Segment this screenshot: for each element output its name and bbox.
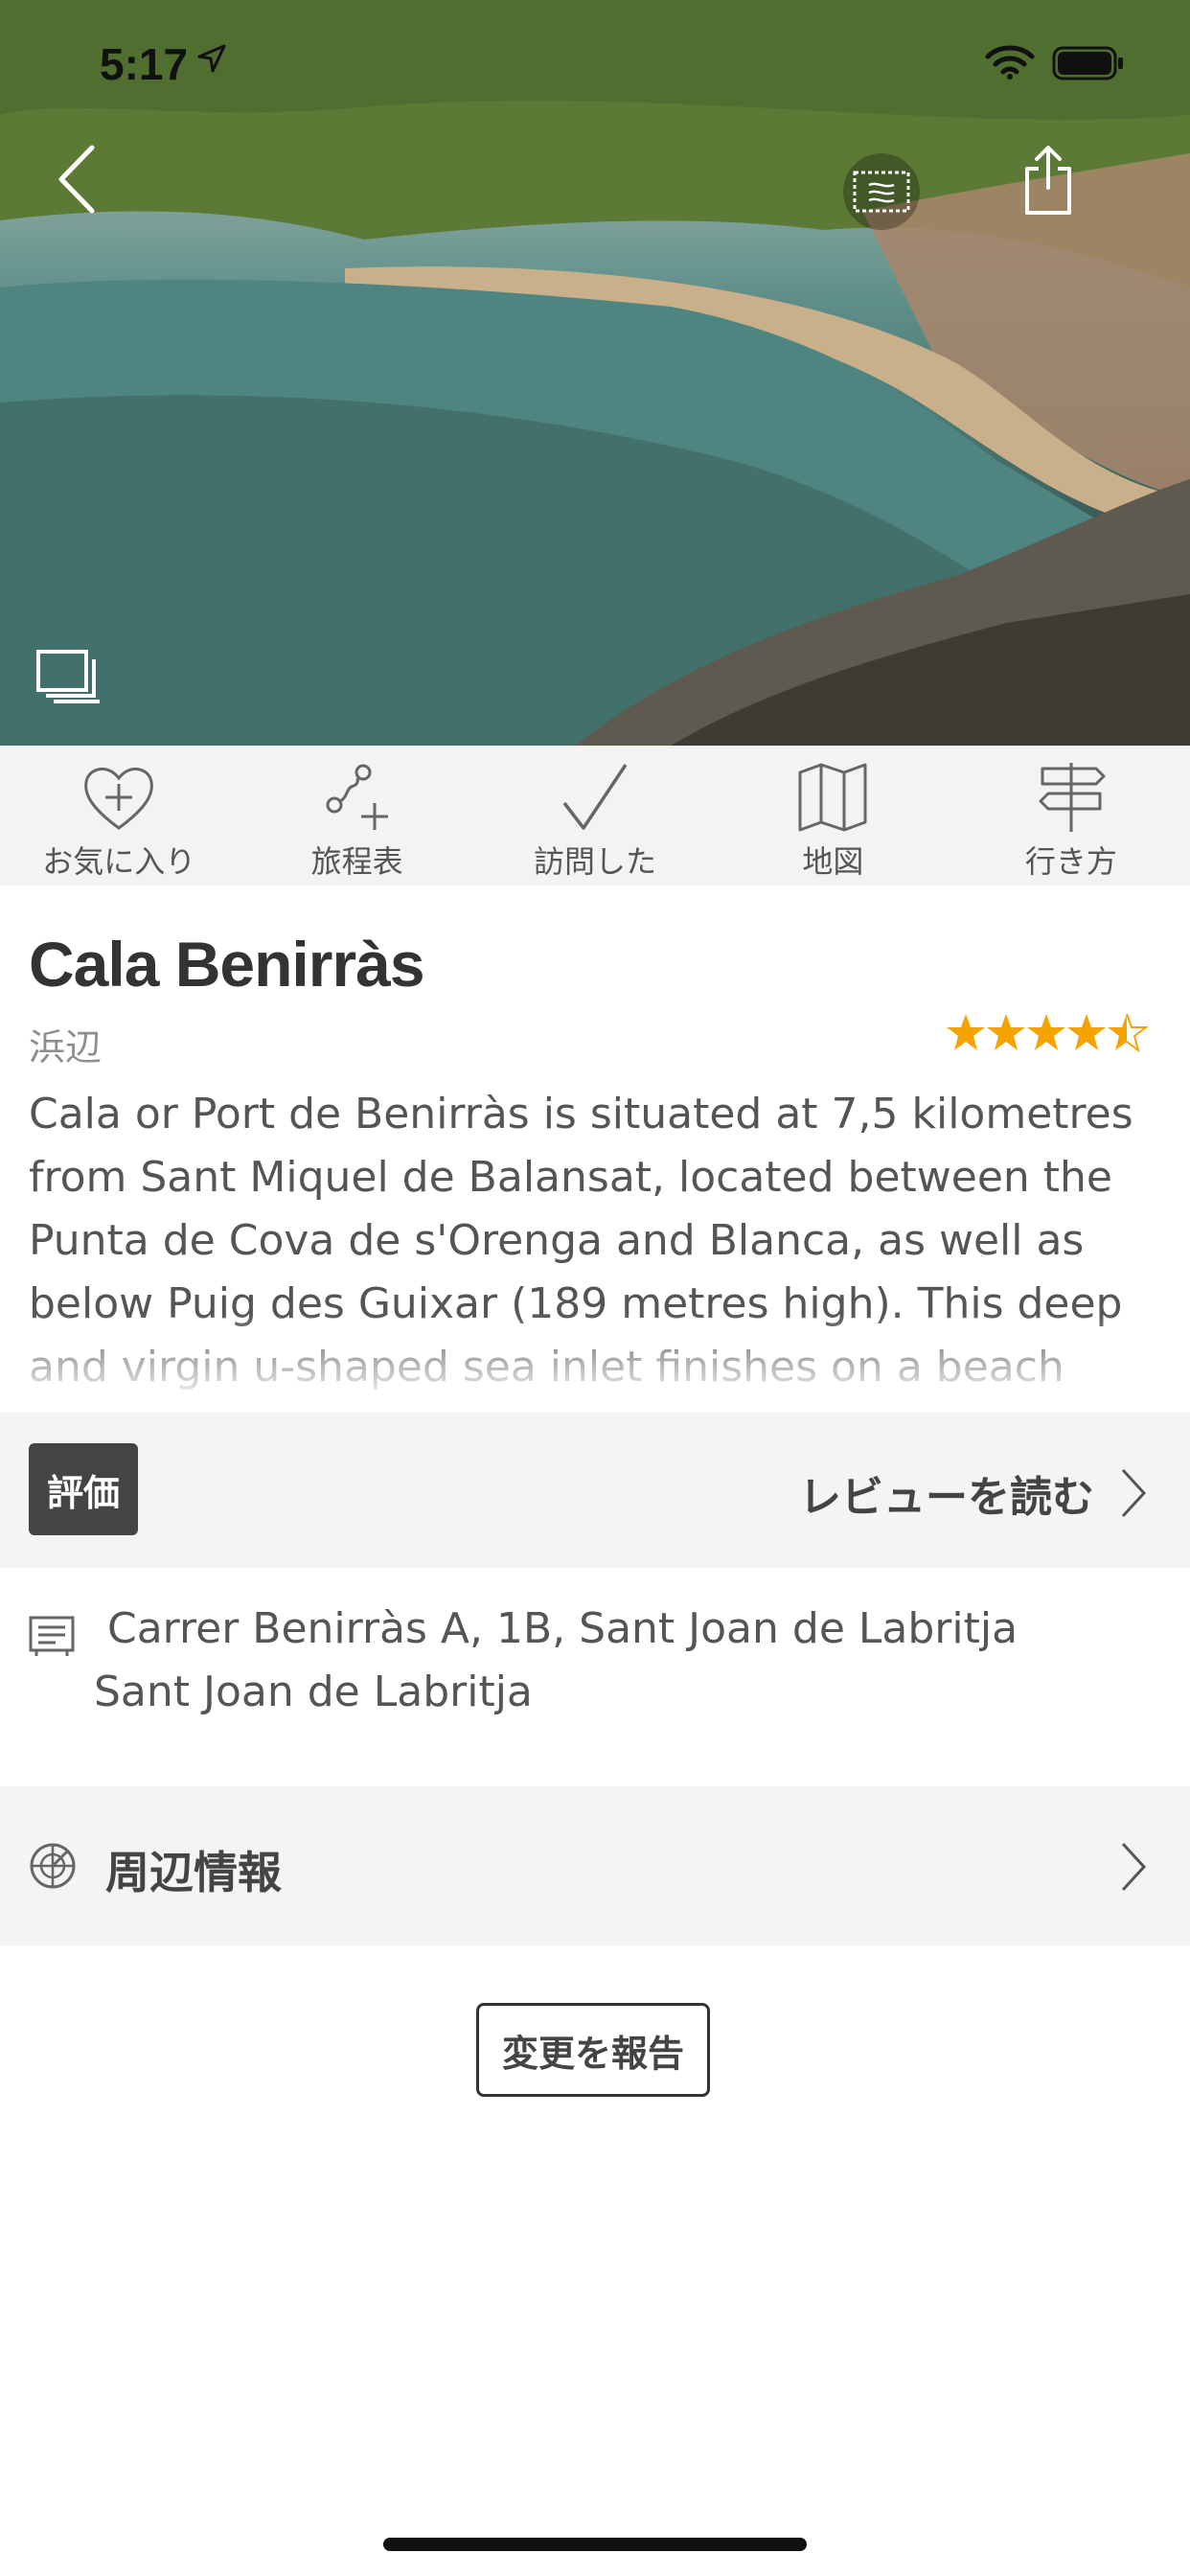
visited-button[interactable]: 訪問した: [476, 746, 714, 886]
wifi-icon: [985, 44, 1035, 84]
star-icon: [1067, 1014, 1106, 1050]
report-change-button[interactable]: 変更を報告: [476, 2003, 710, 2097]
page-title: Cala Benirràs: [29, 929, 425, 1000]
postcard-button[interactable]: [843, 153, 920, 230]
address-card-icon: [29, 1616, 75, 1656]
favorite-button[interactable]: お気に入り: [0, 746, 238, 886]
star-icon: [987, 1014, 1025, 1050]
description-fade: [0, 1313, 1190, 1409]
radar-icon: [30, 1843, 76, 1889]
map-label: 地図: [802, 843, 864, 880]
beach-photo: [0, 0, 1190, 746]
action-bar: お気に入り 旅程表 訪問した 地図 行き方: [0, 746, 1190, 886]
hero-photo[interactable]: 5:17: [0, 0, 1190, 746]
back-button[interactable]: [54, 144, 100, 218]
photo-stack-icon: [36, 650, 100, 703]
location-arrow-icon: [197, 44, 226, 77]
heart-plus-icon: [84, 768, 154, 830]
share-button[interactable]: [1021, 144, 1075, 220]
chevron-left-icon: [58, 145, 95, 214]
star-icon: [947, 1014, 985, 1050]
address-line-1: Carrer Benirràs A, 1B, Sant Joan de Labr…: [107, 1604, 1018, 1653]
gallery-button[interactable]: [34, 648, 102, 709]
share-icon: [1025, 146, 1071, 215]
category-label: 浜辺: [29, 1026, 103, 1069]
star-icon: [1027, 1014, 1065, 1050]
rating-stars: [945, 1012, 1148, 1052]
home-indicator[interactable]: [383, 2538, 807, 2551]
route-add-icon: [326, 764, 388, 830]
map-button[interactable]: 地図: [714, 746, 951, 886]
map-icon: [798, 763, 867, 832]
chevron-right-icon: [1121, 1842, 1147, 1892]
directions-label: 行き方: [1024, 843, 1117, 880]
directions-button[interactable]: 行き方: [952, 746, 1190, 886]
visited-label: 訪問した: [534, 843, 657, 880]
signpost-icon: [1039, 763, 1106, 832]
itinerary-button[interactable]: 旅程表: [238, 746, 475, 886]
nearby-label: 周辺情報: [105, 1847, 282, 1898]
itinerary-label: 旅程表: [310, 843, 403, 880]
favorite-label: お気に入り: [42, 843, 196, 880]
rating-badge: 評価: [29, 1443, 138, 1535]
half-star-icon: [1108, 1013, 1148, 1052]
check-icon: [562, 764, 628, 830]
review-row[interactable]: 評価 レビューを読む: [0, 1413, 1190, 1568]
nearby-row[interactable]: 周辺情報: [0, 1786, 1190, 1945]
status-time: 5:17: [100, 39, 189, 89]
postcard-icon: [853, 171, 910, 213]
battery-icon: [1052, 46, 1125, 84]
chevron-right-icon: [1121, 1468, 1147, 1518]
address-section[interactable]: Carrer Benirràs A, 1B, Sant Joan de Labr…: [0, 1568, 1190, 1786]
address-line-2: Sant Joan de Labritja: [94, 1668, 533, 1716]
read-reviews-link[interactable]: レビューを読む: [799, 1462, 1094, 1524]
